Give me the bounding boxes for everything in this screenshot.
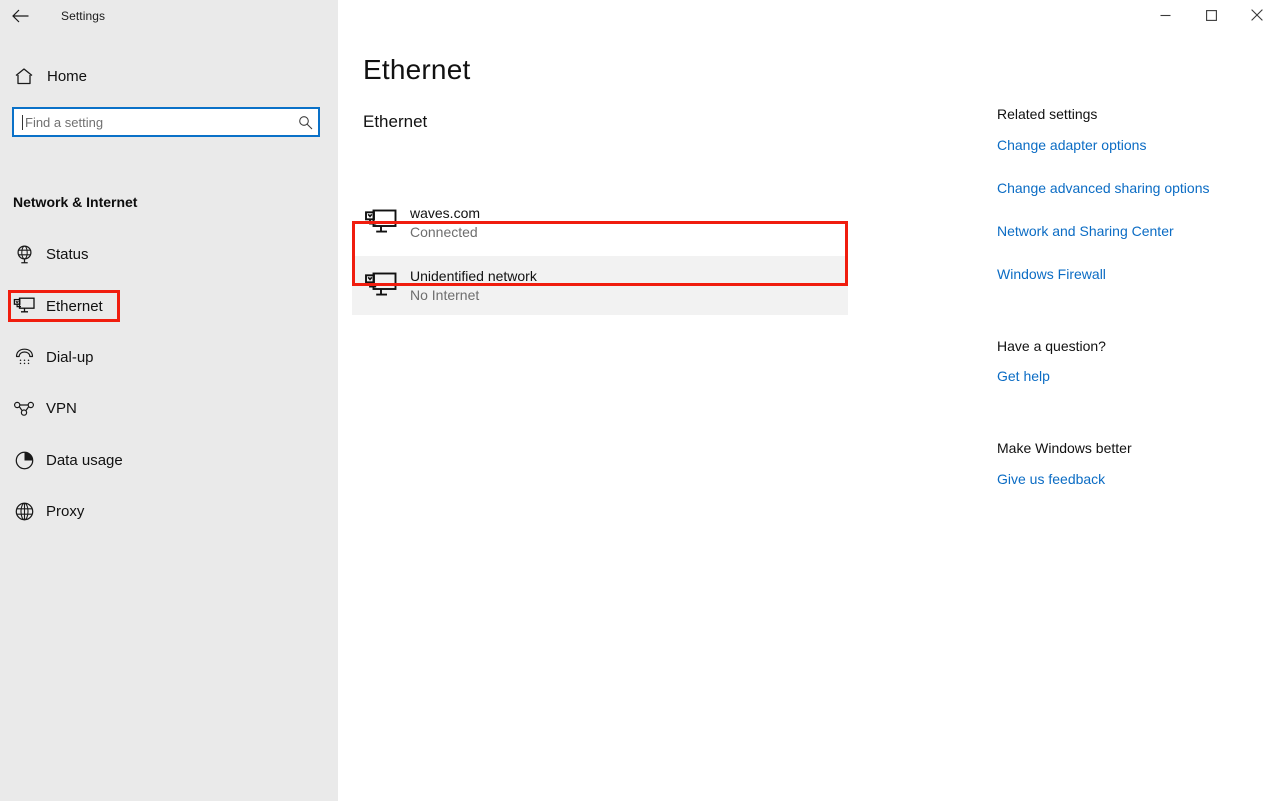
close-icon (1251, 9, 1263, 21)
globe-stand-icon (2, 244, 46, 265)
network-item-text: waves.com Connected (410, 204, 480, 242)
minimize-button[interactable] (1142, 0, 1188, 30)
network-name: Unidentified network (410, 267, 537, 286)
link-network-and-sharing-center[interactable]: Network and Sharing Center (997, 223, 1174, 239)
sidebar-item-data-usage[interactable]: Data usage (0, 442, 338, 478)
app-title: Settings (61, 9, 105, 23)
title-bar-left: Settings (0, 0, 338, 32)
page-subtitle: Ethernet (363, 112, 427, 132)
sidebar-item-ethernet[interactable]: Ethernet (0, 288, 338, 324)
sidebar-item-status[interactable]: Status (0, 236, 338, 272)
phone-dial-icon (2, 347, 46, 368)
sidebar-item-dial-up[interactable]: Dial-up (0, 339, 338, 375)
ethernet-network-icon (352, 208, 410, 238)
pie-chart-icon (2, 450, 46, 471)
search-input[interactable] (23, 110, 292, 134)
globe-icon (2, 501, 46, 522)
make-windows-better-heading: Make Windows better (997, 440, 1132, 456)
network-list-item-unidentified[interactable]: Unidentified network No Internet (352, 256, 848, 315)
network-item-text: Unidentified network No Internet (410, 267, 537, 305)
network-list-item-waves[interactable]: waves.com Connected (352, 194, 848, 252)
maximize-button[interactable] (1188, 0, 1234, 30)
related-settings-heading: Related settings (997, 106, 1097, 122)
title-bar: Settings (0, 0, 1280, 32)
sidebar-item-label-proxy: Proxy (46, 503, 84, 520)
network-status: Connected (410, 223, 480, 242)
back-arrow-icon (12, 9, 29, 23)
link-give-us-feedback[interactable]: Give us feedback (997, 471, 1105, 487)
ethernet-icon (2, 296, 46, 317)
sidebar-section-title: Network & Internet (13, 194, 137, 210)
sidebar: Home Network & Internet Status (0, 32, 338, 801)
related-settings-panel: Related settings Change adapter options … (997, 32, 1280, 801)
search-box[interactable] (12, 107, 320, 137)
have-a-question-heading: Have a question? (997, 338, 1106, 354)
link-windows-firewall[interactable]: Windows Firewall (997, 266, 1106, 282)
main-content: Ethernet Ethernet waves.com Connected (338, 32, 1280, 801)
link-get-help[interactable]: Get help (997, 368, 1050, 384)
network-status: No Internet (410, 286, 537, 305)
search-icon[interactable] (292, 115, 318, 130)
sidebar-item-proxy[interactable]: Proxy (0, 493, 338, 529)
window-controls (338, 0, 1280, 32)
home-icon (2, 67, 46, 86)
network-name: waves.com (410, 204, 480, 223)
close-button[interactable] (1234, 0, 1280, 30)
sidebar-item-label-vpn: VPN (46, 400, 77, 417)
maximize-icon (1206, 10, 1217, 21)
ethernet-network-icon (352, 271, 410, 301)
sidebar-item-label-ethernet: Ethernet (46, 298, 103, 315)
minimize-icon (1160, 10, 1171, 21)
sidebar-item-vpn[interactable]: VPN (0, 390, 338, 426)
back-button[interactable] (0, 0, 40, 32)
vpn-icon (2, 398, 46, 418)
page-title: Ethernet (363, 54, 470, 86)
link-change-advanced-sharing-options[interactable]: Change advanced sharing options (997, 180, 1210, 196)
sidebar-item-label-status: Status (46, 246, 89, 263)
link-change-adapter-options[interactable]: Change adapter options (997, 137, 1146, 153)
sidebar-item-label-home: Home (47, 68, 87, 85)
sidebar-item-label-data-usage: Data usage (46, 452, 123, 469)
sidebar-item-label-dial-up: Dial-up (46, 349, 94, 366)
sidebar-item-home[interactable]: Home (0, 58, 338, 94)
